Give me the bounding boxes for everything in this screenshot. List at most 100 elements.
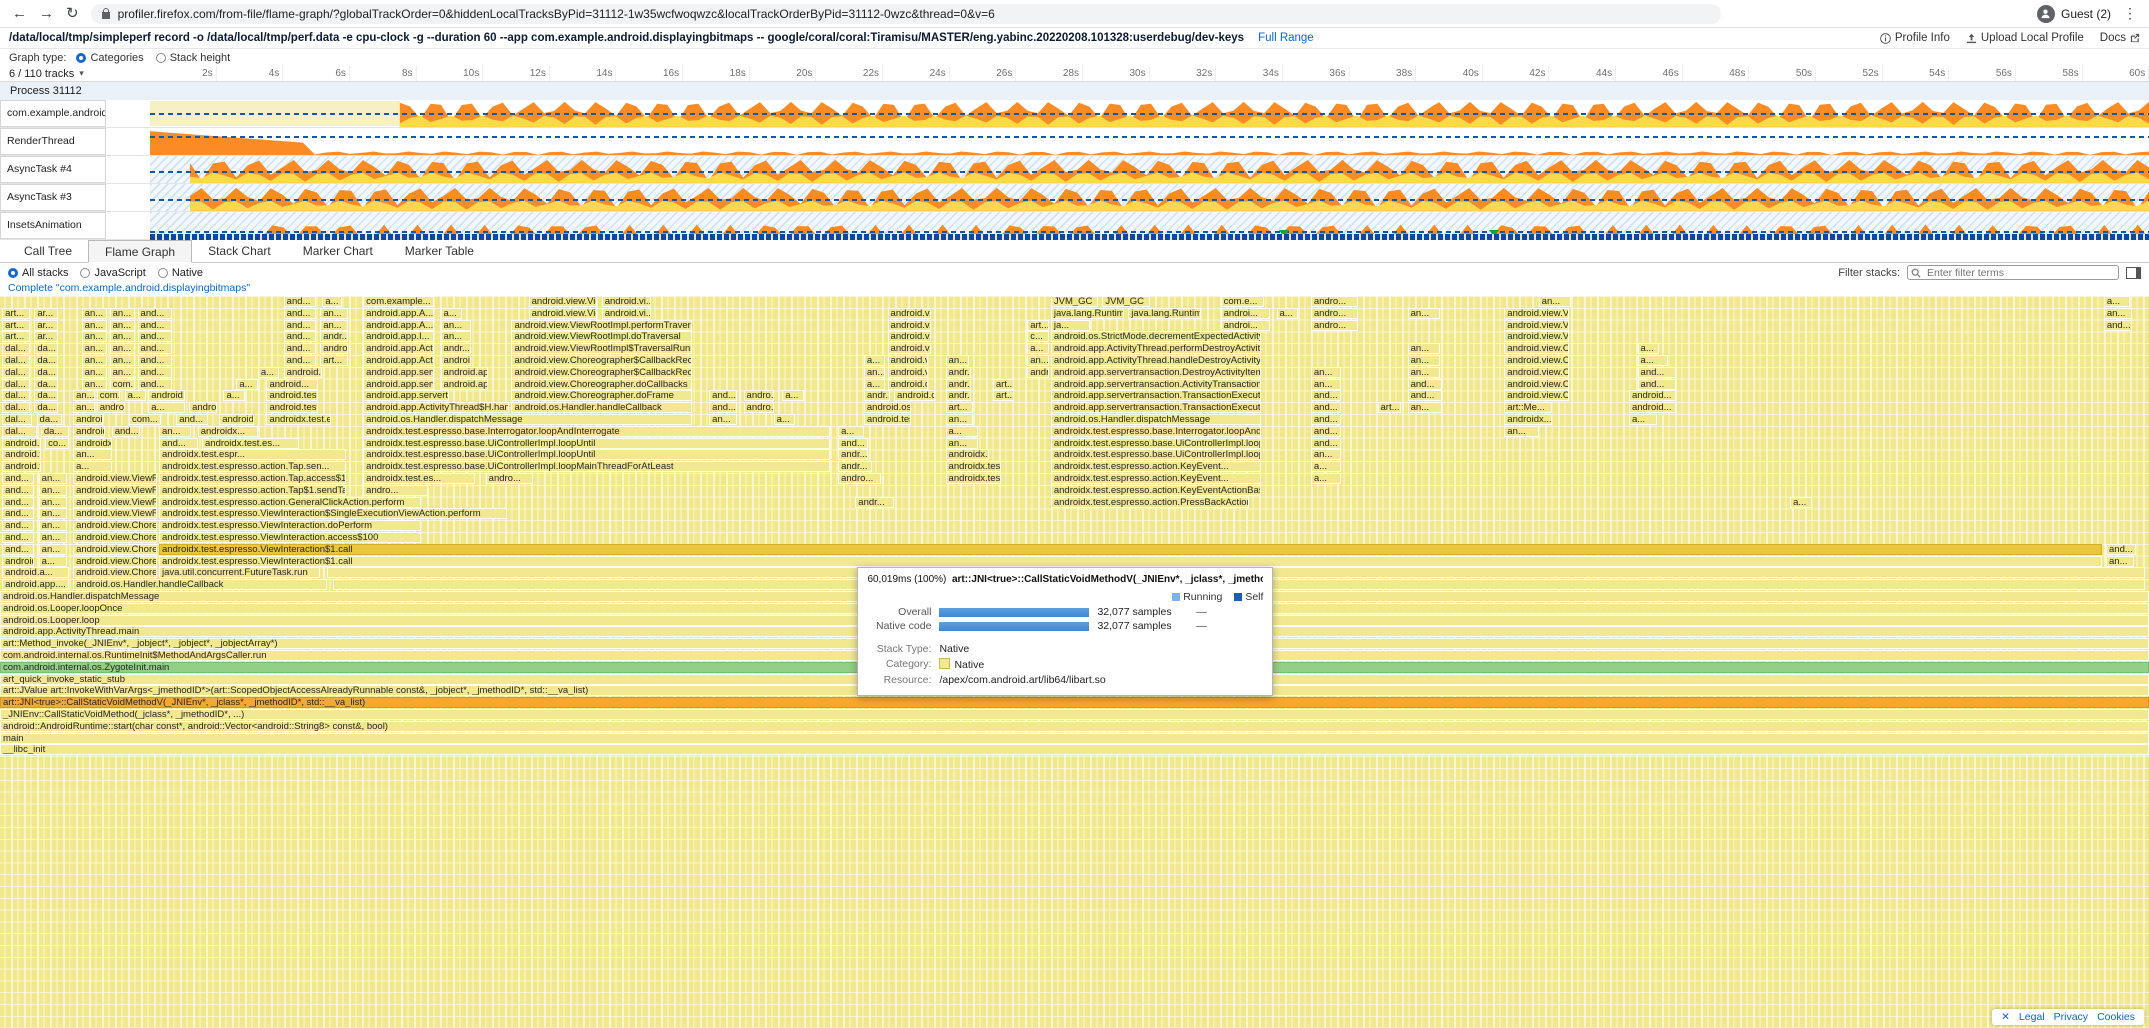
flame-cell[interactable]: art::JNI<true>::CallStaticVoidMethodV(_J…: [0, 697, 2149, 708]
flame-cell[interactable]: a...: [223, 390, 244, 401]
flame-cell[interactable]: main: [0, 733, 2149, 744]
flame-cell[interactable]: androidx.test.espresso.base.UiController…: [363, 449, 829, 460]
flame-cell[interactable]: androidx...: [73, 438, 112, 449]
flame-cell[interactable]: android.view.ViewRo...: [73, 497, 157, 508]
flame-cell[interactable]: and...: [1408, 379, 1442, 390]
flame-cell[interactable]: an...: [320, 320, 348, 331]
flame-cell[interactable]: androidx.test.espresso.base.UiController…: [363, 438, 829, 449]
flame-cell[interactable]: a...: [148, 402, 185, 413]
flame-cell[interactable]: and...: [1311, 414, 1341, 425]
flame-cell[interactable]: android.view.ViewRootImpl$TraversalRunna…: [511, 343, 692, 354]
flame-cell[interactable]: android.app.A...: [363, 308, 434, 319]
process-row[interactable]: Process 31112: [0, 82, 2149, 101]
flame-cell[interactable]: android.app.servertransaction.ActivityTr…: [1051, 379, 1262, 390]
flame-cell[interactable]: com.example...: [363, 296, 434, 307]
track-activity-graph[interactable]: [150, 184, 2149, 211]
flame-cell[interactable]: an...: [73, 449, 112, 460]
flame-cell[interactable]: androidx...: [73, 426, 105, 437]
stacks-filter-javascript[interactable]: JavaScript: [80, 267, 145, 279]
breadcrumb-link[interactable]: Complete "com.example.android.displaying…: [8, 282, 250, 294]
flame-cell[interactable]: android.app....: [2, 579, 69, 590]
flame-cell[interactable]: androidx.test.espresso.ViewInteraction.d…: [159, 520, 421, 531]
flame-cell[interactable]: androidx.test.espresso.action.PressBackA…: [1051, 497, 1249, 508]
flame-cell[interactable]: android.app.servertran...: [363, 367, 434, 378]
flame-cell[interactable]: android.view.ViewRo...: [73, 508, 157, 519]
flame-cell[interactable]: a...: [1311, 461, 1341, 472]
flame-cell[interactable]: android...: [284, 367, 323, 378]
flame-cell[interactable]: a...: [1277, 308, 1298, 319]
flame-cell[interactable]: and...: [176, 414, 208, 425]
flame-cell[interactable]: a...: [125, 390, 146, 401]
flame-cell[interactable]: and...: [138, 320, 172, 331]
flame-cell[interactable]: android.view.Choreog...: [73, 556, 157, 567]
flame-cell[interactable]: and...: [284, 296, 316, 307]
flame-cell[interactable]: an...: [1539, 296, 1571, 307]
flame-cell[interactable]: an...: [441, 331, 471, 342]
flame-cell[interactable]: android.v...: [888, 320, 931, 331]
flame-cell[interactable]: an...: [1311, 379, 1341, 390]
flame-cell[interactable]: a...: [1629, 414, 1657, 425]
flame-cell[interactable]: androidx...: [946, 449, 989, 460]
flame-cell[interactable]: android.view.ViewRootImpl.performTravers…: [511, 320, 692, 331]
flame-cell[interactable]: android.vi...: [888, 367, 929, 378]
flame-cell[interactable]: art...: [993, 390, 1014, 401]
flame-cell[interactable]: android.view.Choreog...: [73, 567, 157, 578]
flame-cell[interactable]: da...: [34, 343, 58, 354]
flame-cell[interactable]: androidx.test.espresso.ViewInteraction$S…: [159, 508, 507, 519]
flame-cell[interactable]: a...: [838, 426, 864, 437]
flame-cell[interactable]: andro...: [744, 402, 774, 413]
flame-cell[interactable]: and...: [284, 320, 316, 331]
flame-cell[interactable]: an...: [946, 355, 970, 366]
flame-cell[interactable]: android.v...: [2, 449, 41, 460]
flame-cell[interactable]: c...: [1027, 331, 1048, 342]
flame-cell[interactable]: android.view.V...: [1504, 308, 1568, 319]
flame-cell[interactable]: art...: [320, 355, 348, 366]
flame-cell[interactable]: dal...: [2, 402, 30, 413]
flame-cell[interactable]: ar...: [34, 320, 58, 331]
flame-cell[interactable]: android.view.Vie...: [529, 296, 598, 307]
footer-link-privacy[interactable]: Privacy: [2054, 1011, 2088, 1023]
flame-cell[interactable]: dal...: [2, 343, 30, 354]
track-label[interactable]: AsyncTask #3: [0, 184, 106, 211]
flame-cell[interactable]: android.vi...: [888, 343, 931, 354]
menu-button[interactable]: ⋮: [2123, 5, 2137, 22]
flame-cell[interactable]: androi...: [1221, 308, 1270, 319]
flame-cell[interactable]: an...: [110, 355, 136, 366]
flame-cell[interactable]: an...: [82, 308, 108, 319]
flame-graph[interactable]: and...a...com.example...android.view.Vie…: [0, 296, 2149, 1028]
flame-cell[interactable]: android.view.V...: [1504, 331, 1568, 342]
flame-cell[interactable]: an...: [320, 308, 348, 319]
flame-cell[interactable]: android.os.StrictMode.decrementExpectedA…: [1051, 331, 1262, 342]
flame-cell[interactable]: a...: [1638, 355, 1668, 366]
flame-cell[interactable]: co...: [45, 438, 69, 449]
flame-cell[interactable]: an...: [82, 320, 108, 331]
track-activity-graph[interactable]: [150, 156, 2149, 183]
flame-cell[interactable]: an...: [2106, 556, 2134, 567]
flame-cell[interactable]: android.view.ViewRootImpl.doTraversal: [511, 331, 692, 342]
flame-cell[interactable]: art...: [1027, 320, 1048, 331]
flame-cell[interactable]: android.app...: [441, 379, 488, 390]
flame-cell[interactable]: an...: [82, 355, 108, 366]
flame-cell[interactable]: android.app.ActivityThread$H.handleMessa…: [363, 402, 509, 413]
flame-cell[interactable]: com.e...: [1221, 296, 1264, 307]
flame-cell[interactable]: android.view.V...: [1504, 320, 1568, 331]
flame-cell[interactable]: and...: [1638, 367, 1677, 378]
flame-cell[interactable]: a...: [864, 379, 885, 390]
flame-cell[interactable]: android.app.servertrans...: [363, 379, 434, 390]
flame-cell[interactable]: and...: [2, 520, 34, 531]
flame-cell[interactable]: andr...: [838, 461, 872, 472]
flame-cell[interactable]: art...: [993, 379, 1014, 390]
flame-cell[interactable]: android.a...: [2, 567, 69, 578]
flame-cell[interactable]: android.app.Activit...: [363, 343, 434, 354]
flame-cell[interactable]: androidx...: [1504, 414, 1551, 425]
flame-cell[interactable]: a...: [946, 426, 978, 437]
flame-cell[interactable]: art...: [2, 320, 30, 331]
flame-cell[interactable]: android.app...: [441, 367, 488, 378]
flame-cell[interactable]: dal...: [2, 379, 30, 390]
flame-cell[interactable]: android...: [2, 438, 41, 449]
flame-cell[interactable]: an...: [1311, 449, 1341, 460]
upload-profile-button[interactable]: Upload Local Profile: [1966, 32, 2084, 44]
flame-cell[interactable]: art...: [2, 308, 30, 319]
flame-cell[interactable]: an...: [39, 485, 67, 496]
flame-cell[interactable]: and...: [2, 485, 34, 496]
